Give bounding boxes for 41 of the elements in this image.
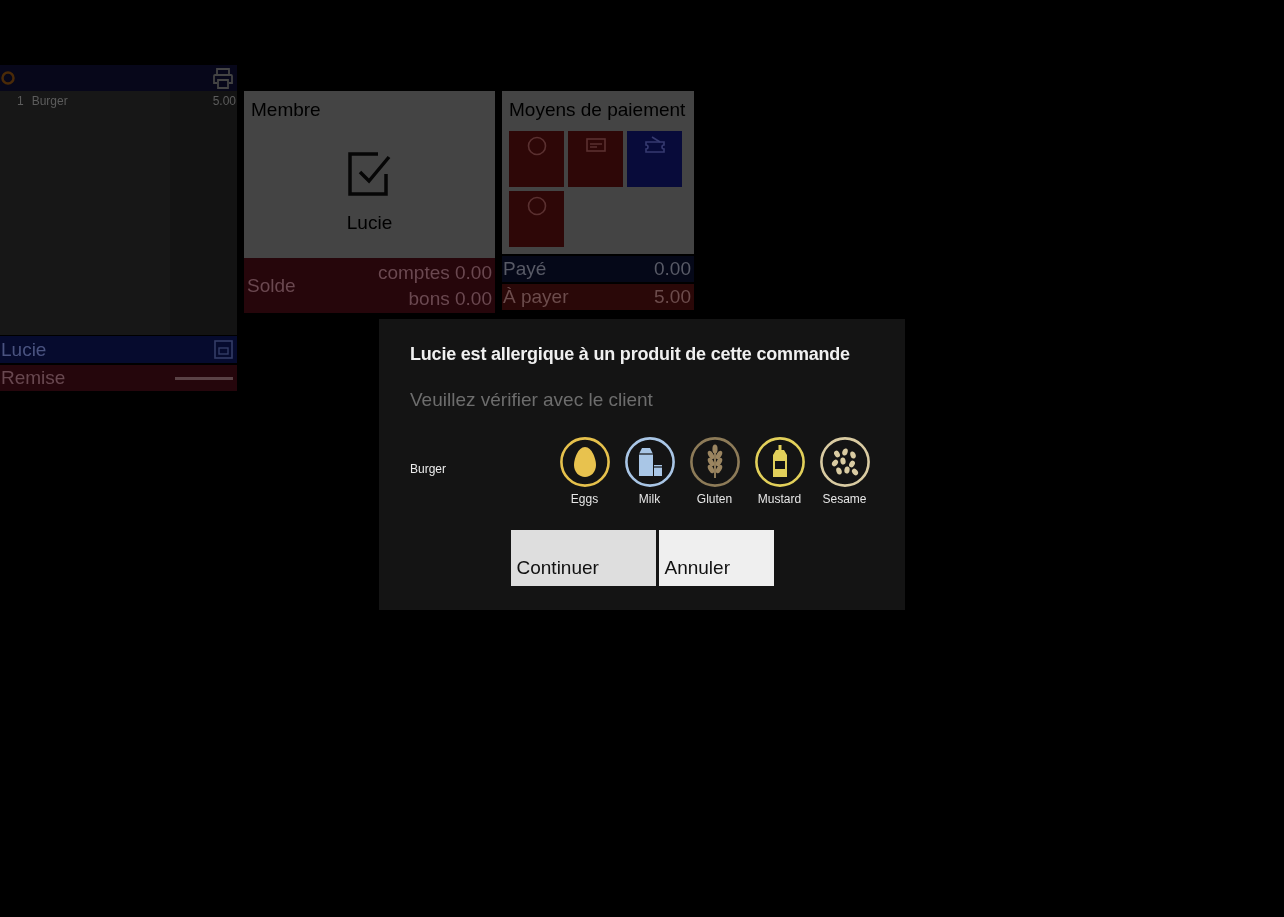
product-name: Burger — [410, 461, 448, 477]
due-amount: 5.00 — [654, 286, 691, 308]
payment-method-button[interactable] — [568, 131, 623, 187]
discount-input-field[interactable] — [175, 376, 233, 380]
milk-bottle-icon — [624, 437, 675, 487]
checkbox-icon[interactable] — [347, 152, 392, 196]
dialog-button[interactable]: Annuler — [658, 530, 774, 586]
member-title: Membre — [251, 99, 321, 121]
paid-label: Payé — [503, 258, 547, 280]
dialog-subtitle: Veuillez vérifier avec le client — [410, 389, 653, 411]
allergen-label: Gluten — [696, 492, 733, 507]
payment-method-button[interactable] — [509, 191, 564, 247]
circle-icon — [526, 136, 547, 156]
ticket-icon — [644, 136, 665, 156]
item-price: 5.00 — [212, 94, 236, 108]
allergen-label: Eggs — [570, 492, 599, 507]
seeds-icon — [819, 437, 870, 487]
member-name: Lucie — [346, 212, 393, 234]
printer-icon[interactable] — [212, 67, 234, 89]
circle-icon — [526, 196, 547, 216]
paid-amount: 0.00 — [654, 258, 691, 280]
due-label: À payer — [503, 286, 569, 308]
mustard-bottle-icon — [754, 437, 805, 487]
dialog-button[interactable]: Continuer — [510, 530, 656, 586]
payment-method-button[interactable] — [627, 131, 682, 187]
payment-method-button[interactable] — [509, 131, 564, 187]
circle-icon — [1, 71, 15, 85]
customer-name: Lucie — [1, 338, 47, 361]
item-quantity: 1 — [17, 94, 24, 108]
vouchers-balance: bons 0.00 — [408, 286, 492, 311]
payment-title: Moyens de paiement — [509, 99, 686, 120]
egg-icon — [559, 437, 610, 487]
dialog-title: Lucie est allergique à un produit de cette commande — [410, 343, 850, 365]
accounts-balance: comptes 0.00 — [377, 260, 492, 285]
allergen-label: Sesame — [822, 492, 867, 507]
allergen-label: Milk — [638, 492, 661, 507]
balance-label: Solde — [247, 273, 296, 298]
allergen-label: Mustard — [757, 492, 802, 507]
wheat-icon — [689, 437, 740, 487]
discount-label: Remise — [1, 367, 66, 389]
square-icon[interactable] — [214, 340, 233, 359]
